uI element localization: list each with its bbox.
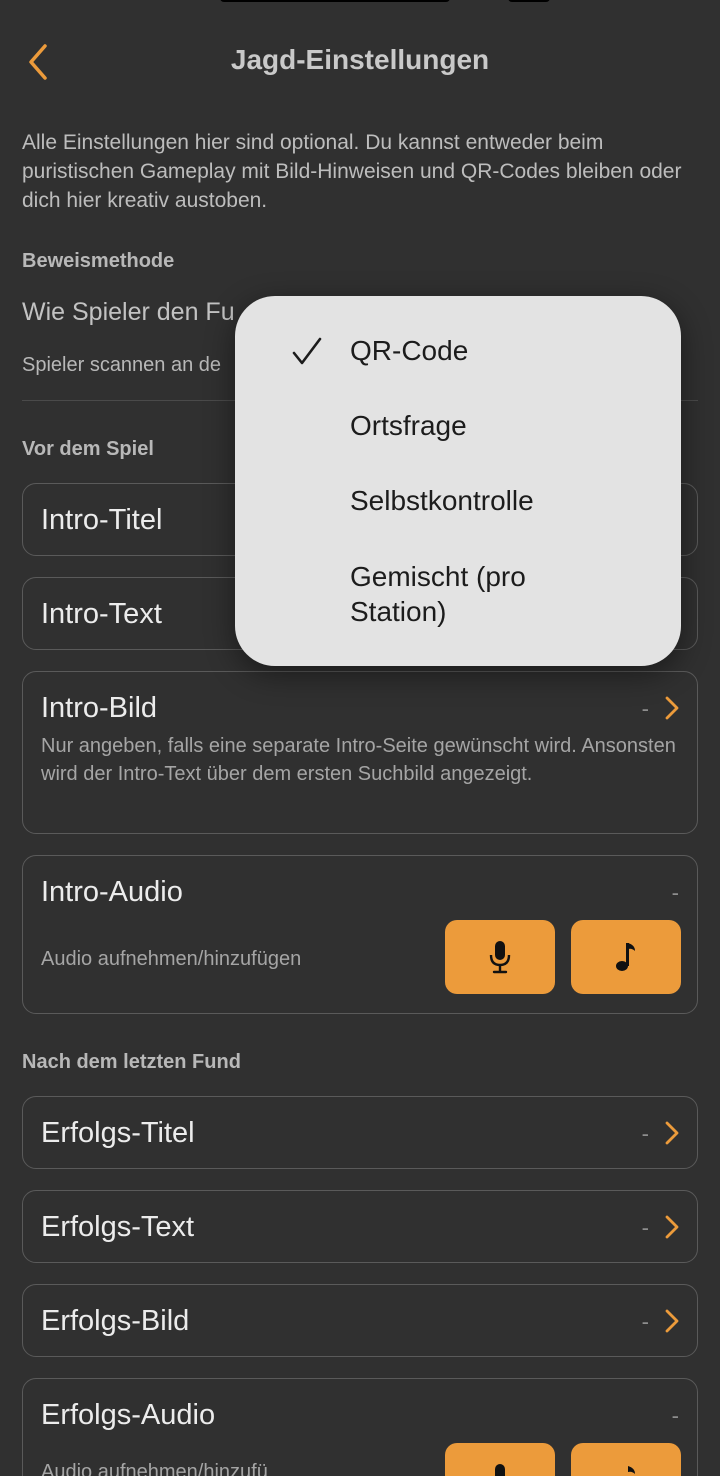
success-audio-label: Erfolgs-Audio — [41, 1399, 216, 1431]
music-note-icon — [616, 943, 635, 971]
intro-image-value: - — [641, 696, 649, 721]
success-audio-hint: Audio aufnehmen/hinzufü — [41, 1461, 268, 1476]
chevron-right-icon — [665, 696, 679, 720]
section-label-after-game: Nach dem letzten Fund — [22, 1051, 241, 1073]
success-title-value: - — [641, 1121, 649, 1146]
intro-text-label: Intro-Text — [41, 598, 162, 630]
intro-image-hint: Nur angeben, falls eine separate Intro-S… — [41, 735, 676, 785]
intro-audio-value: - — [671, 880, 679, 905]
settings-description: Alle Einstellungen hier sind optional. D… — [22, 131, 682, 212]
intro-audio-hint: Audio aufnehmen/hinzufügen — [41, 948, 302, 970]
success-text-label: Erfolgs-Text — [41, 1211, 195, 1243]
navigation-bar: Jagd-Einstellungen — [0, 30, 720, 94]
intro-title-label: Intro-Titel — [41, 504, 163, 536]
microphone-icon — [495, 1464, 505, 1476]
proof-method-menu: QR-Code Ortsfrage Selbstkontrolle Gemisc… — [235, 296, 681, 666]
success-text-value: - — [641, 1215, 649, 1240]
intro-audio-row: Intro-Audio - Audio aufnehmen/hinzufügen — [22, 855, 698, 1014]
microphone-icon — [489, 941, 511, 974]
section-label-before-game: Vor dem Spiel — [22, 438, 154, 460]
record-audio-button[interactable] — [445, 920, 555, 994]
success-image-row[interactable]: Erfolgs-Bild - — [22, 1284, 698, 1357]
add-music-button[interactable] — [571, 920, 681, 994]
success-text-row[interactable]: Erfolgs-Text - — [22, 1190, 698, 1263]
chevron-right-icon — [665, 1309, 679, 1333]
status-bar-notch — [220, 0, 450, 2]
intro-audio-label: Intro-Audio — [41, 876, 183, 908]
music-note-icon — [628, 1466, 635, 1474]
section-label-proof-method: Beweismethode — [22, 250, 175, 272]
add-music-button[interactable] — [571, 1443, 681, 1476]
success-image-value: - — [641, 1309, 649, 1334]
success-title-row[interactable]: Erfolgs-Titel - — [22, 1096, 698, 1169]
menu-item-self-check[interactable]: Selbstkontrolle — [350, 483, 650, 518]
page-title: Jagd-Einstellungen — [230, 44, 490, 75]
success-image-label: Erfolgs-Bild — [41, 1305, 190, 1337]
checkmark-icon — [292, 337, 322, 365]
menu-item-qr-code[interactable]: QR-Code — [350, 333, 650, 368]
intro-image-row[interactable]: Intro-Bild - Nur angeben, falls eine sep… — [22, 671, 698, 834]
success-title-label: Erfolgs-Titel — [41, 1117, 195, 1149]
chevron-right-icon — [665, 1215, 679, 1239]
chevron-right-icon — [665, 1121, 679, 1145]
menu-item-location-question[interactable]: Ortsfrage — [350, 408, 650, 443]
success-audio-row: Erfolgs-Audio - Audio aufnehmen/hinzufü — [22, 1378, 698, 1476]
proof-method-title[interactable]: Wie Spieler den Fu — [22, 298, 235, 327]
status-bar-camera — [508, 0, 550, 2]
success-audio-value: - — [671, 1403, 679, 1428]
menu-item-mixed[interactable]: Gemischt (pro Station) — [350, 559, 580, 629]
intro-image-label: Intro-Bild — [41, 692, 158, 724]
proof-method-subtitle: Spieler scannen an de — [22, 354, 222, 376]
record-audio-button[interactable] — [445, 1443, 555, 1476]
